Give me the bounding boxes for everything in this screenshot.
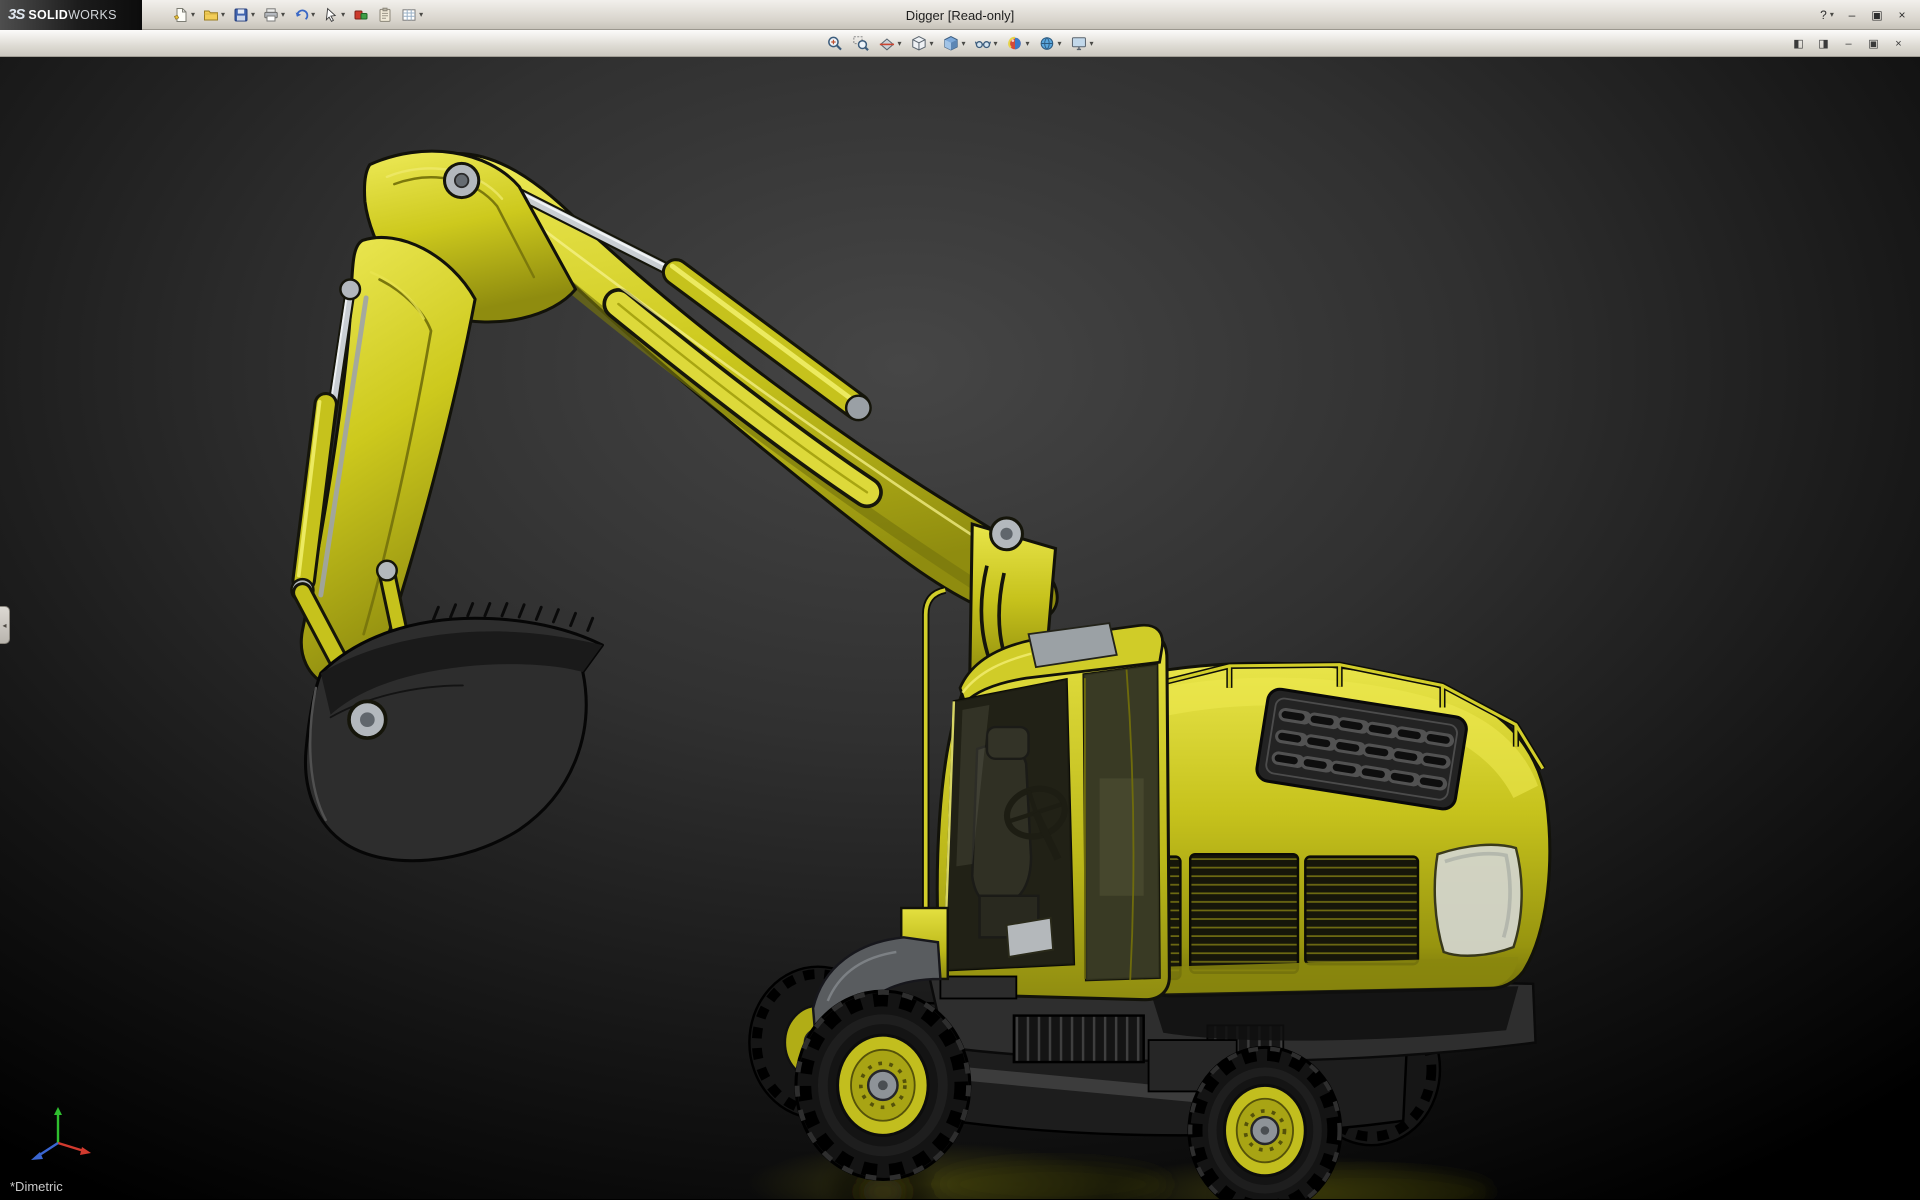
- document-title: Digger [Read-only]: [906, 0, 1014, 30]
- file-properties-button[interactable]: [374, 2, 396, 28]
- wheel-front-right[interactable]: [1189, 1047, 1341, 1199]
- xpress-icon: [353, 7, 369, 23]
- help-button[interactable]: ?▾: [1817, 5, 1837, 25]
- view-orientation-button[interactable]: ▾: [907, 32, 936, 56]
- monitor-icon: [1071, 35, 1088, 52]
- open-button[interactable]: ▾: [200, 2, 228, 28]
- dropdown-caret[interactable]: ▾: [929, 40, 933, 48]
- new-button[interactable]: ▾: [170, 2, 198, 28]
- dropdown-caret[interactable]: ▾: [281, 11, 285, 19]
- edit-appearance-button[interactable]: ▾: [1004, 32, 1033, 56]
- dropdown-caret[interactable]: ▾: [221, 11, 225, 19]
- dropdown-caret[interactable]: ▾: [1026, 40, 1030, 48]
- dropdown-caret[interactable]: ▾: [897, 40, 901, 48]
- solidworks-logo: 3S SOLIDWORKS: [0, 0, 142, 30]
- print-button[interactable]: ▾: [260, 2, 288, 28]
- dropdown-caret[interactable]: ▾: [993, 40, 997, 48]
- options-grid-icon: [401, 7, 417, 23]
- dropdown-caret[interactable]: ▾: [251, 11, 255, 19]
- close-button[interactable]: ×: [1892, 5, 1912, 25]
- undo-button[interactable]: ▾: [290, 2, 318, 28]
- orientation-triad: [14, 1103, 100, 1169]
- window-controls: ?▾–▣×: [1817, 0, 1912, 30]
- view-settings-button[interactable]: ▾: [1068, 32, 1097, 56]
- zoom-to-area-button[interactable]: [849, 32, 872, 56]
- section-view-button[interactable]: ▾: [875, 32, 904, 56]
- dropdown-caret[interactable]: ▾: [1058, 40, 1062, 48]
- hide-show-items-button[interactable]: ▾: [971, 32, 1000, 56]
- brand-works: WORKS: [68, 8, 117, 22]
- new-document-icon: [173, 7, 189, 23]
- dropdown-caret[interactable]: ▾: [1090, 40, 1094, 48]
- apply-scene-button[interactable]: ▾: [1036, 32, 1065, 56]
- cab[interactable]: [926, 590, 1170, 1000]
- view-toolbar-row: ▾ ▾ ▾ ▾ ▾ ▾ ▾ ◧ ◨–▣ ×: [0, 30, 1920, 57]
- doc-minimize-button[interactable]: –: [1839, 34, 1858, 53]
- doc-close-button[interactable]: ×: [1889, 34, 1908, 53]
- zoom-to-fit-button[interactable]: [823, 32, 846, 56]
- chassis-vent: [1014, 1016, 1144, 1062]
- dropdown-caret[interactable]: ▾: [191, 11, 195, 19]
- zoom-area-icon: [852, 35, 869, 52]
- appearance-sphere-icon: [1007, 35, 1024, 52]
- display-style-button[interactable]: ▾: [939, 32, 968, 56]
- scene-sphere-icon: [1039, 35, 1056, 52]
- print-icon: [263, 7, 279, 23]
- zoom-fit-icon: [826, 35, 843, 52]
- window-right-button[interactable]: ◨: [1814, 34, 1833, 53]
- titlebar: 3S SOLIDWORKS ▾ ▾ ▾ ▾ ▾ ▾ ▾ Digger [Read-only]…: [0, 0, 1920, 30]
- dassault-3ds-icon: 3S: [8, 6, 24, 23]
- dropdown-caret[interactable]: ▾: [419, 11, 423, 19]
- restore-button[interactable]: ▣: [1867, 5, 1887, 25]
- select-cursor-icon: [323, 7, 339, 23]
- clipboard-icon: [377, 7, 393, 23]
- x-axis: [58, 1143, 84, 1151]
- doc-restore-button[interactable]: ▣: [1864, 34, 1883, 53]
- options-button[interactable]: ▾: [398, 2, 426, 28]
- graphics-viewport[interactable]: ◂ *Dimetric: [0, 57, 1920, 1199]
- panel-collapse-tab[interactable]: ◂: [0, 606, 10, 644]
- shaded-cube-icon: [942, 35, 959, 52]
- brand-solid: SOLID: [28, 8, 68, 22]
- window-left-button[interactable]: ◧: [1789, 34, 1808, 53]
- main-toolbar: ▾ ▾ ▾ ▾ ▾ ▾ ▾: [170, 2, 426, 28]
- dropdown-caret[interactable]: ▾: [311, 11, 315, 19]
- excavator-arm[interactable]: [291, 151, 1057, 861]
- view-orientation-label: *Dimetric: [10, 1179, 63, 1194]
- view-cube-icon: [910, 35, 927, 52]
- document-window-controls: ◧ ◨–▣ ×: [1789, 32, 1908, 55]
- section-icon: [878, 35, 895, 52]
- dropdown-caret[interactable]: ▾: [961, 40, 965, 48]
- heads-up-view-toolbar: ▾ ▾ ▾ ▾ ▾ ▾ ▾: [823, 31, 1096, 56]
- xpress-products-button[interactable]: [350, 2, 372, 28]
- z-axis: [38, 1143, 58, 1156]
- select-button[interactable]: ▾: [320, 2, 348, 28]
- wheel-front-left[interactable]: [796, 991, 970, 1179]
- save-icon: [233, 7, 249, 23]
- dropdown-caret[interactable]: ▾: [1830, 11, 1834, 19]
- open-folder-icon: [203, 7, 219, 23]
- glasses-icon: [974, 35, 991, 52]
- dropdown-caret[interactable]: ▾: [341, 11, 345, 19]
- undo-icon: [293, 7, 309, 23]
- save-button[interactable]: ▾: [230, 2, 258, 28]
- digger-model[interactable]: [0, 57, 1920, 1199]
- minimize-button[interactable]: –: [1842, 5, 1862, 25]
